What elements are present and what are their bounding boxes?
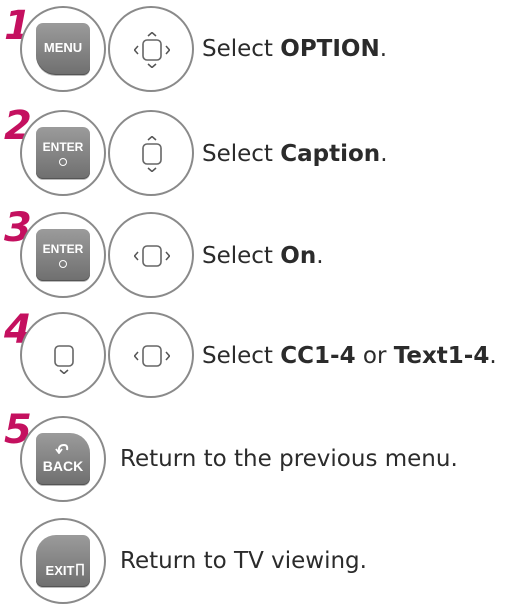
back-button[interactable]: BACK — [36, 433, 90, 485]
enter-dot-icon — [59, 260, 67, 268]
enter-dot-icon — [59, 158, 67, 166]
enter-button-label: ENTER — [42, 242, 84, 256]
navigation-pad-frame — [108, 312, 194, 398]
navigation-down-icon[interactable] — [46, 338, 82, 374]
navigation-left-right-icon — [134, 345, 170, 367]
navigation-pad-frame — [108, 212, 194, 298]
exit-door-icon — [76, 563, 84, 576]
step-instruction: Select On. — [202, 243, 324, 269]
step-instruction: Return to the previous menu. — [120, 446, 458, 472]
navigation-pad-frame — [108, 110, 194, 196]
navigation-up-down-left-right-icon — [134, 32, 170, 68]
enter-button-frame: ENTER — [20, 212, 106, 298]
step-instruction: Select Caption. — [202, 141, 388, 167]
step-instruction: Select CC1-4 or Text1-4. — [202, 343, 497, 369]
menu-button-frame: MENU — [20, 6, 106, 92]
step-instruction: Select OPTION. — [202, 36, 388, 62]
menu-button-label: MENU — [43, 40, 83, 55]
navigation-left-right-icon — [134, 245, 170, 267]
exit-button-frame: EXIT — [20, 518, 106, 604]
step-exit: EXIT Return to TV viewing. — [0, 504, 511, 611]
menu-button[interactable]: MENU — [36, 23, 90, 75]
back-button-frame: BACK — [20, 416, 106, 502]
exit-button[interactable]: EXIT — [36, 535, 90, 587]
step-1: 1 MENU Select OPTION. — [0, 0, 511, 100]
back-button-label: BACK — [42, 458, 84, 474]
back-arrow-icon — [55, 443, 69, 454]
navigation-pad-frame — [108, 6, 194, 92]
enter-button[interactable]: ENTER — [36, 229, 90, 281]
enter-button-frame: ENTER — [20, 110, 106, 196]
step-2: 2 ENTER Select Caption. — [0, 102, 511, 202]
navigation-up-down-icon — [142, 136, 162, 172]
enter-button[interactable]: ENTER — [36, 127, 90, 179]
step-3: 3 ENTER Select On. — [0, 204, 511, 304]
enter-button-label: ENTER — [42, 140, 84, 154]
step-5: 5 BACK Return to the previous menu. — [0, 404, 511, 504]
step-instruction: Return to TV viewing. — [120, 548, 367, 574]
navigation-down-frame — [20, 312, 106, 398]
step-4: 4 Select CC1-4 or Text1-4. — [0, 304, 511, 404]
